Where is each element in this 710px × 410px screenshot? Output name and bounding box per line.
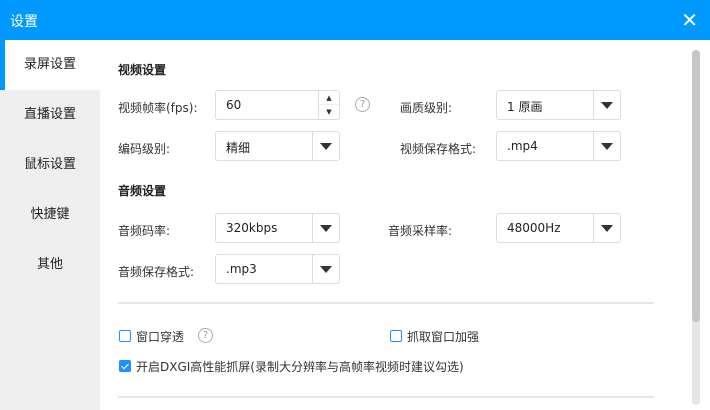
chevron-down-icon[interactable] [593,91,620,119]
chevron-down-icon[interactable] [312,214,339,242]
sidebar-item-mouse[interactable]: 鼠标设置 [0,140,100,190]
decrement-icon[interactable]: ▼ [319,105,339,119]
title-bar: 设置 ✕ [0,0,710,40]
dxgi-label: 开启DXGI高性能抓屏(录制大分辨率与高帧率视频时建议勾选) [136,360,464,374]
sidebar-item-other[interactable]: 其他 [0,240,100,290]
enhance-label: 抓取窗口加强 [407,330,480,344]
samplerate-label: 音频采样率: [388,224,453,238]
samplerate-select[interactable]: 48000Hz [496,213,621,243]
bitrate-value: 320kbps [226,221,278,235]
bitrate-label: 音频码率: [118,224,171,238]
section-title-video: 视频设置 [118,63,167,77]
audio-format-select[interactable]: .mp3 [215,254,340,284]
bitrate-select[interactable]: 320kbps [215,213,340,243]
help-icon[interactable]: ? [355,97,370,112]
samplerate-value: 48000Hz [507,221,561,235]
chevron-down-icon[interactable] [312,255,339,283]
chevron-down-icon[interactable] [593,132,620,160]
divider [118,302,654,304]
fps-stepper[interactable]: 60 ▲ ▼ [215,90,340,120]
quality-value: 1 原画 [507,100,543,114]
sidebar-item-record[interactable]: 录屏设置 [0,40,100,90]
scrollbar[interactable] [692,50,700,405]
encode-value: 精细 [226,141,251,155]
passthrough-checkbox[interactable] [119,330,131,342]
video-format-value: .mp4 [507,139,538,153]
chevron-down-icon[interactable] [593,214,620,242]
scrollbar-thumb[interactable] [692,50,700,322]
chevron-down-icon[interactable] [312,132,339,160]
enhance-checkbox[interactable] [390,330,402,342]
quality-select[interactable]: 1 原画 [496,90,621,120]
settings-panel: 视频设置 视频帧率(fps): 60 ▲ ▼ ? 画质级别: 1 原画 编码级别… [100,40,710,410]
stepper-buttons: ▲ ▼ [318,91,339,119]
window-title: 设置 [10,14,38,30]
increment-icon[interactable]: ▲ [319,91,339,105]
close-icon[interactable]: ✕ [681,8,698,32]
video-format-label: 视频保存格式: [400,142,477,156]
audio-format-value: .mp3 [226,262,257,276]
encode-select[interactable]: 精细 [215,131,340,161]
fps-value: 60 [226,98,242,112]
sidebar-item-hotkeys[interactable]: 快捷键 [0,190,100,240]
section-title-audio: 音频设置 [118,184,167,198]
divider [118,396,654,398]
sidebar: 录屏设置 直播设置 鼠标设置 快捷键 其他 [0,40,100,410]
passthrough-label: 窗口穿透 [136,330,185,344]
encode-label: 编码级别: [118,142,171,156]
video-format-select[interactable]: .mp4 [496,131,621,161]
sidebar-item-live[interactable]: 直播设置 [0,90,100,140]
help-icon[interactable]: ? [198,328,213,343]
quality-label: 画质级别: [400,101,453,115]
audio-format-label: 音频保存格式: [118,265,195,279]
fps-label: 视频帧率(fps): [118,101,198,115]
dxgi-checkbox[interactable] [119,360,131,372]
